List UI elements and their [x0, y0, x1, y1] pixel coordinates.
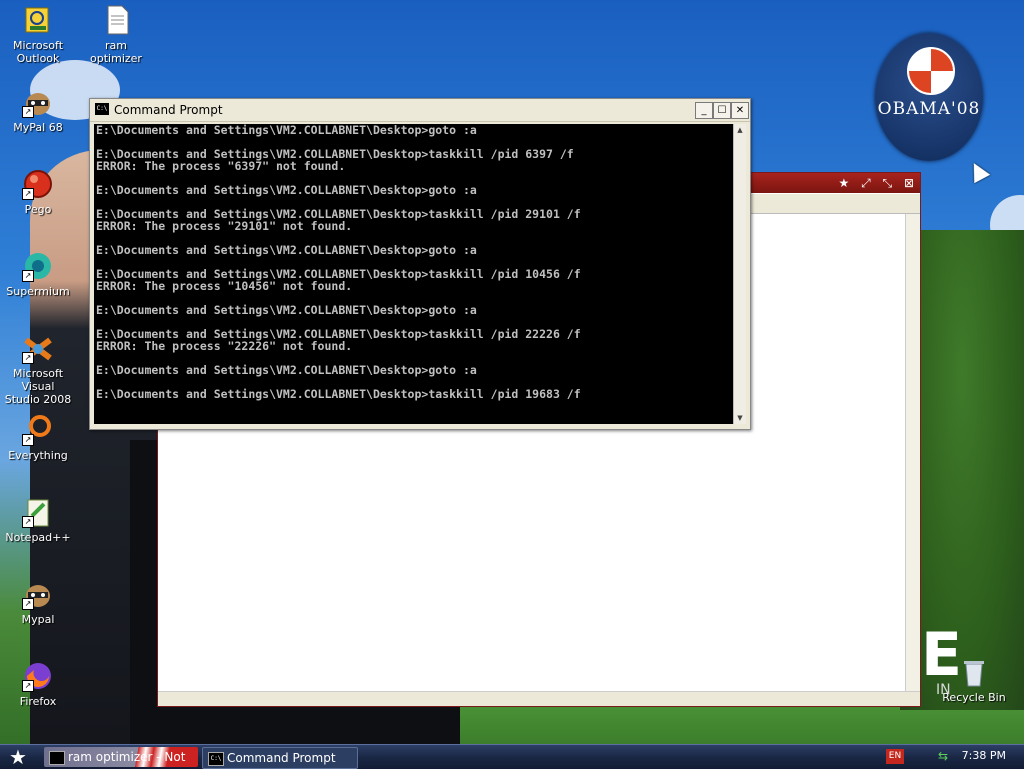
restore-icon[interactable]: ⤢ — [861, 176, 871, 190]
console-line: E:\Documents and Settings\VM2.COLLABNET\… — [96, 363, 477, 377]
star-icon[interactable]: ★ — [838, 176, 849, 190]
recycle-bin-icon — [958, 656, 990, 688]
command-prompt-window[interactable]: C:\ Command Prompt _ ☐ ✕ E:\Documents an… — [89, 98, 751, 430]
close-icon[interactable]: ⊠ — [904, 176, 914, 190]
network-tray-icon[interactable]: ⇆ — [938, 749, 952, 763]
desktop-icon-label: Firefox — [19, 695, 57, 708]
console-line: E:\Documents and Settings\VM2.COLLABNET\… — [96, 124, 477, 137]
supermium-icon: ↗ — [22, 250, 54, 282]
outlook-icon — [22, 4, 54, 36]
desktop-icon-label: Microsoft Outlook — [12, 39, 64, 65]
maximize-button[interactable]: ☐ — [713, 102, 731, 119]
console-line: ERROR: The process "29101" not found. — [96, 219, 353, 233]
mouse-cursor-icon — [965, 158, 991, 184]
console-line: E:\Documents and Settings\VM2.COLLABNET\… — [96, 183, 477, 197]
desktop-icon-firefox[interactable]: ↗ Firefox — [0, 660, 76, 708]
start-button[interactable]: ★ — [4, 746, 32, 768]
taskbar-item-command-prompt[interactable]: C:\ Command Prompt — [202, 747, 358, 769]
desktop-icon-ram-optimizer[interactable]: ram optimizer — [78, 4, 154, 65]
campaign-logo-text: OBAMA'08 — [877, 99, 981, 119]
wallpaper-campaign-logo: OBAMA'08 — [875, 33, 983, 161]
background-window-buttons[interactable]: ★ ⤢ ⤡ ⊠ — [838, 176, 914, 191]
desktop-icon-recycle-bin[interactable]: Recycle Bin — [936, 656, 1012, 704]
console-vscrollbar[interactable]: ▲ ▼ — [733, 124, 746, 424]
desktop-icon-label: Mypal — [21, 613, 55, 626]
maximize-icon[interactable]: ⤡ — [883, 176, 893, 190]
console-icon: C:\ — [208, 752, 224, 766]
firefox-icon: ↗ — [22, 660, 54, 692]
minimize-button[interactable]: _ — [695, 102, 713, 119]
desktop-icon-outlook[interactable]: Microsoft Outlook — [0, 4, 76, 65]
shortcut-arrow-icon: ↗ — [22, 188, 34, 200]
console-line: E:\Documents and Settings\VM2.COLLABNET\… — [96, 243, 477, 257]
text-file-icon — [100, 4, 132, 36]
console-line: E:\Documents and Settings\VM2.COLLABNET\… — [96, 387, 581, 401]
desktop-icon-label: Recycle Bin — [942, 691, 1006, 704]
taskbar: ★ ram optimizer - Not C:\ Command Prompt… — [0, 744, 1024, 769]
desktop-icon-label: Pego — [24, 203, 52, 216]
desktop-icon-everything[interactable]: ↗ Everything — [0, 414, 76, 462]
shortcut-arrow-icon: ↗ — [22, 598, 34, 610]
console-line: ERROR: The process "6397" not found. — [96, 159, 346, 173]
background-window-vscrollbar[interactable] — [905, 214, 920, 692]
visual-studio-icon: ↗ — [22, 332, 54, 364]
console-output[interactable]: E:\Documents and Settings\VM2.COLLABNET\… — [94, 124, 734, 424]
close-button[interactable]: ✕ — [731, 102, 749, 119]
console-line: ERROR: The process "22226" not found. — [96, 339, 353, 353]
taskbar-item-label: Command Prompt — [227, 751, 336, 765]
desktop-icon-notepadpp[interactable]: ↗ Notepad++ — [0, 496, 76, 544]
shortcut-arrow-icon: ↗ — [22, 270, 34, 282]
desktop-icon-mypal68[interactable]: ↗ MyPal 68 — [0, 86, 76, 134]
shortcut-arrow-icon: ↗ — [22, 516, 34, 528]
desktop-icon-label: Notepad++ — [5, 531, 71, 544]
desktop-icon-label: MyPal 68 — [13, 121, 63, 134]
command-prompt-titlebar[interactable]: C:\ Command Prompt _ ☐ ✕ — [90, 99, 750, 122]
desktop-icon-label: Supermium — [6, 285, 70, 298]
shortcut-arrow-icon: ↗ — [22, 352, 34, 364]
system-tray: EN ⇆ 7:38 PM — [886, 745, 1024, 769]
desktop-icon-label: Microsoft Visual Studio 2008 — [4, 367, 72, 406]
scroll-up-icon[interactable]: ▲ — [734, 124, 746, 136]
campaign-logo-icon — [907, 47, 955, 95]
shortcut-arrow-icon: ↗ — [22, 106, 34, 118]
mypal-icon: ↗ — [22, 578, 54, 610]
notepadpp-icon: ↗ — [22, 496, 54, 528]
console-line: E:\Documents and Settings\VM2.COLLABNET\… — [96, 303, 477, 317]
clock[interactable]: 7:38 PM — [962, 749, 1006, 762]
console-icon: C:\ — [95, 103, 109, 115]
notepad-icon — [49, 751, 65, 765]
shortcut-arrow-icon: ↗ — [22, 680, 34, 692]
taskbar-item-label: ram optimizer - Not — [68, 750, 186, 764]
desktop-icon-supermium[interactable]: ↗ Supermium — [0, 250, 76, 298]
desktop-icon-pego[interactable]: ↗ Pego — [0, 168, 76, 216]
pego-icon: ↗ — [22, 168, 54, 200]
taskbar-item-ram-optimizer[interactable]: ram optimizer - Not — [44, 747, 198, 767]
shortcut-arrow-icon: ↗ — [22, 434, 34, 446]
desktop-icon-label: Everything — [8, 449, 68, 462]
everything-icon: ↗ — [22, 414, 54, 446]
language-indicator[interactable]: EN — [886, 749, 904, 764]
mypal-icon: ↗ — [22, 86, 54, 118]
desktop-icon-visual-studio[interactable]: ↗ Microsoft Visual Studio 2008 — [0, 332, 76, 406]
scroll-down-icon[interactable]: ▼ — [734, 412, 746, 424]
window-title: Command Prompt — [114, 103, 223, 117]
desktop-icon-label: ram optimizer — [90, 39, 142, 65]
background-window-hscrollbar[interactable] — [158, 691, 920, 706]
desktop-icon-mypal[interactable]: ↗ Mypal — [0, 578, 76, 626]
console-line: ERROR: The process "10456" not found. — [96, 279, 353, 293]
